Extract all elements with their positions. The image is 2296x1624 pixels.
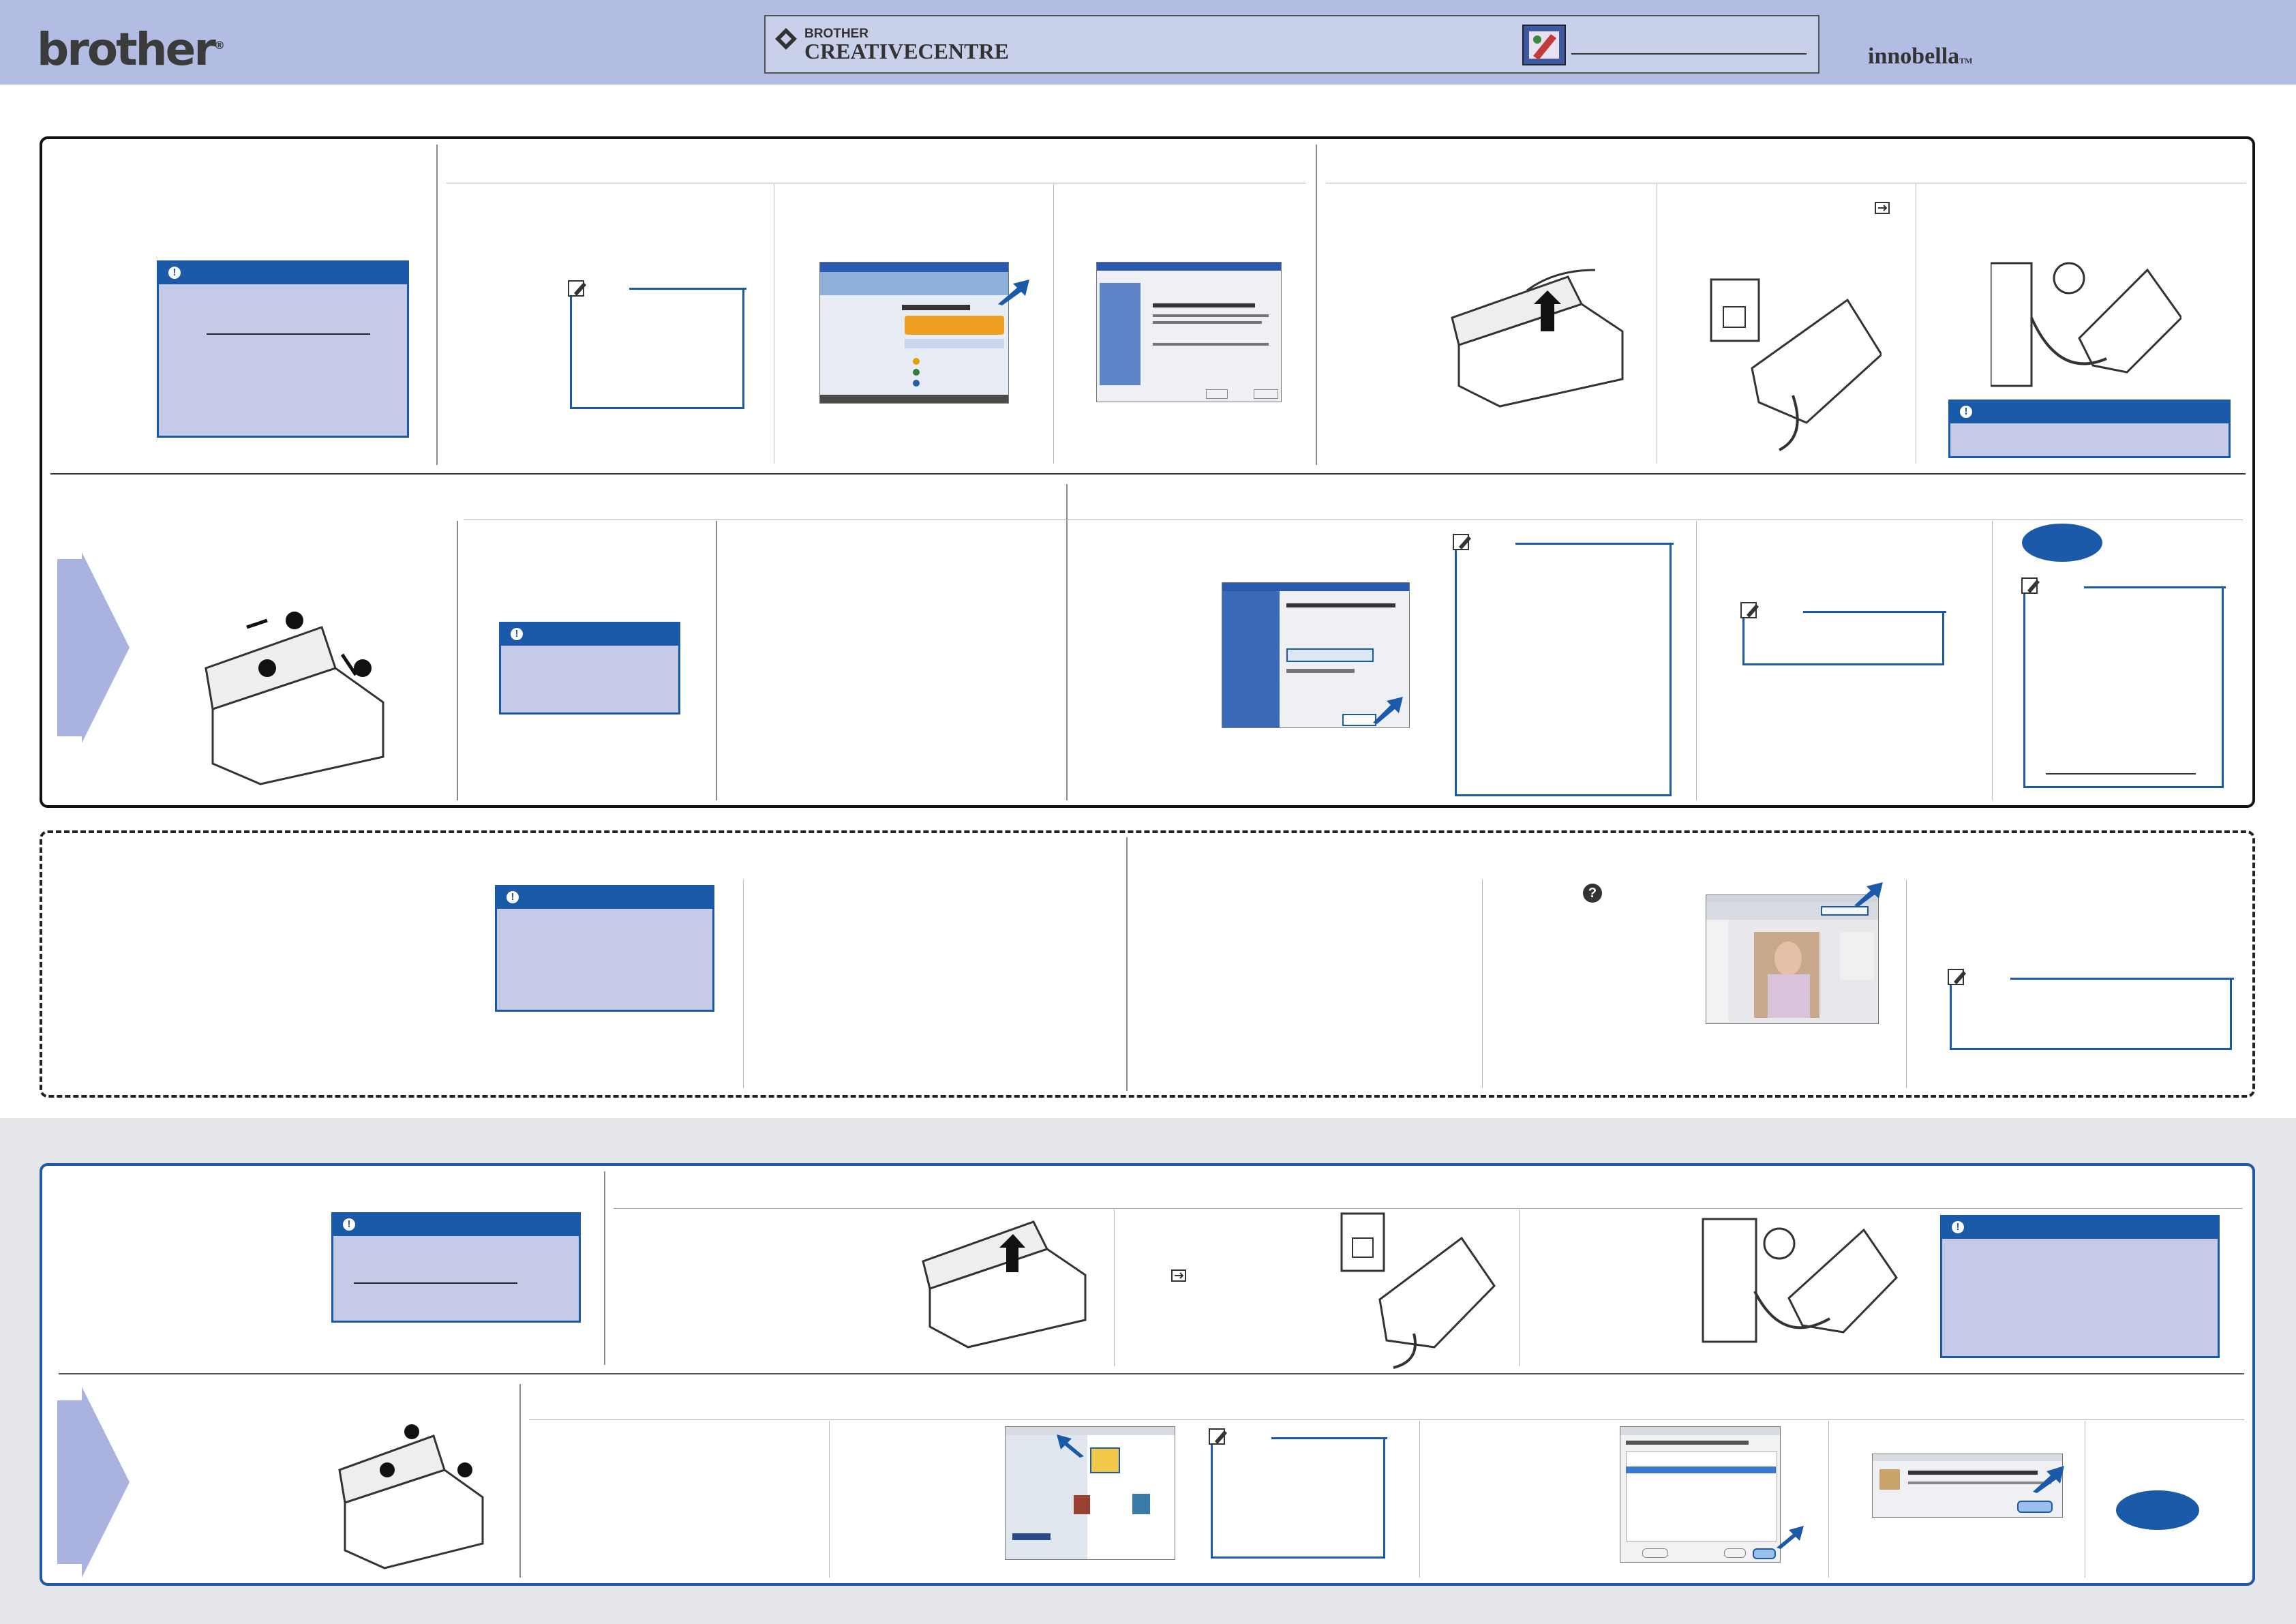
usb-icon	[1171, 1269, 1186, 1282]
creative-centre-icon[interactable]	[1522, 25, 1566, 65]
warning-icon: !	[168, 267, 181, 279]
connect-machine-screenshot	[1096, 262, 1282, 402]
choose-machine-screenshot	[1620, 1426, 1781, 1563]
sub-rule	[529, 1419, 2244, 1420]
note-box	[1211, 1437, 1387, 1559]
top-menu-screenshot	[819, 262, 1009, 404]
blue-arrow-icon	[1373, 697, 1403, 724]
note-pencil-icon	[568, 280, 586, 297]
warning-icon: !	[1952, 1221, 1964, 1233]
note-box	[1455, 543, 1674, 796]
creative-centre-rule	[1571, 53, 1807, 55]
product-mark: TM	[1959, 56, 1973, 65]
sub-divider	[1053, 184, 1054, 464]
finish-oval	[2022, 524, 2102, 562]
step-divider	[716, 521, 717, 800]
product-name: innobella	[1868, 44, 1960, 69]
sub-divider	[1906, 879, 1907, 1088]
warning-box: !	[1948, 400, 2231, 458]
printer-close-cover-illustration	[205, 612, 384, 785]
note-pencil-icon	[1740, 602, 1759, 618]
step-arrow	[82, 1387, 130, 1578]
row-divider	[50, 473, 2246, 475]
usb-cable-printer-illustration	[1340, 1212, 1496, 1369]
warning-box: !	[499, 622, 680, 715]
warning-icon: !	[1960, 406, 1972, 418]
paint-pencil-icon	[1529, 31, 1559, 60]
note-box	[1950, 978, 2234, 1050]
printer-close-cover-illustration	[338, 1424, 484, 1569]
warning-box: !	[157, 260, 409, 438]
blue-arrow-icon	[998, 280, 1029, 305]
step-divider	[1066, 484, 1068, 800]
brand-name: brother	[37, 23, 216, 76]
sub-divider	[743, 879, 744, 1088]
warning-icon: !	[511, 628, 523, 640]
step-divider	[604, 1171, 605, 1365]
step-arrow-bar	[57, 1400, 82, 1564]
printer-open-scanner-illustration	[922, 1220, 1087, 1349]
sub-divider	[1696, 521, 1697, 800]
row-divider	[59, 1373, 2244, 1374]
printer-open-scanner-illustration	[1451, 269, 1624, 408]
warning-icon: !	[343, 1218, 355, 1231]
note-box	[2023, 586, 2226, 788]
step-divider	[1126, 837, 1128, 1091]
step-divider	[436, 145, 438, 465]
note-pencil-icon	[1209, 1428, 1227, 1445]
sub-divider	[1828, 1421, 1829, 1578]
sub-divider	[829, 1421, 830, 1578]
sub-rule	[614, 1208, 2243, 1209]
pc-usb-connection-illustration	[1991, 262, 2181, 387]
sub-divider	[1482, 879, 1483, 1088]
step-arrow	[82, 552, 130, 743]
blue-arrow-icon	[1057, 1434, 1084, 1458]
brother-diamond-icon	[775, 28, 797, 50]
brother-logo: brother®	[37, 23, 225, 76]
creative-centre-title: BROTHER CREATIVECENTRE	[804, 27, 1009, 62]
note-pencil-icon	[2021, 577, 2040, 594]
sub-divider	[1114, 1209, 1115, 1366]
sub-divider	[1419, 1421, 1420, 1578]
warning-box: !	[1940, 1215, 2220, 1358]
note-pencil-icon	[1453, 534, 1471, 550]
step-divider	[1316, 145, 1317, 465]
step-divider	[519, 1384, 521, 1578]
help-icon: ?	[1583, 884, 1602, 903]
sub-divider	[1519, 1209, 1520, 1366]
warning-box: !	[495, 885, 714, 1012]
blue-arrow-icon	[1854, 882, 1883, 907]
warning-icon: !	[507, 891, 519, 903]
step-divider	[457, 521, 458, 800]
brand-mark: ®	[213, 39, 225, 52]
note-pencil-icon	[1948, 969, 1966, 985]
mac-usb-connection-illustration	[1702, 1218, 1898, 1343]
step-arrow-bar	[57, 559, 82, 736]
blue-arrow-icon	[1777, 1526, 1804, 1549]
creative-centre-line2: CREATIVECENTRE	[804, 39, 1009, 63]
finish-oval	[2116, 1490, 2199, 1530]
note-box	[570, 288, 746, 409]
mac-start-screenshot	[1005, 1426, 1175, 1560]
photo-software-screenshot	[1706, 894, 1879, 1024]
usb-cable-printer-illustration	[1710, 278, 1882, 451]
usb-icon	[1875, 202, 1890, 214]
software-panel	[40, 830, 2255, 1098]
note-box	[1742, 611, 1946, 665]
blue-arrow-icon	[2033, 1466, 2064, 1493]
sub-divider	[1992, 521, 1993, 800]
warning-box: !	[331, 1212, 581, 1323]
innobella-logo: innobellaTM	[1868, 44, 1973, 70]
